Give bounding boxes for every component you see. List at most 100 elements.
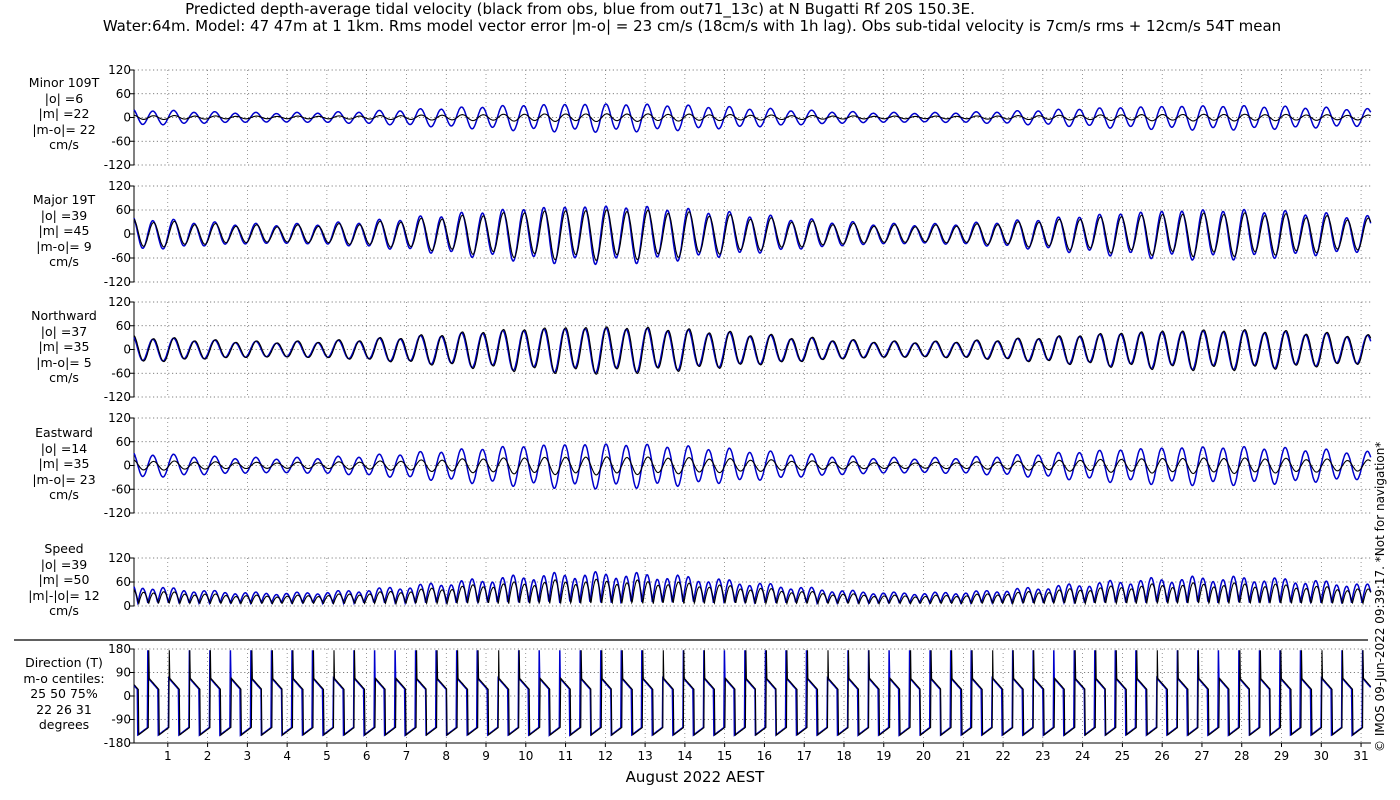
panel-label-line: |m-o|= 23 <box>32 471 96 487</box>
panel-label-line: |m| =35 <box>38 456 90 471</box>
x-tick-label: 15 <box>717 749 732 763</box>
series-line-model <box>133 443 1372 490</box>
x-tick-label: 10 <box>518 749 533 763</box>
panel-label-line: Direction (T) <box>25 655 103 670</box>
panel-label-line: |m| =45 <box>38 223 90 238</box>
panel-speed: 120600 <box>108 551 1372 613</box>
panel-label-line: |o| =6 <box>44 90 84 106</box>
panel-label-speed: Speed |o| =39 |m| =50 |m|-|o|= 12 cm/s <box>14 541 114 619</box>
panel-label-line: degrees <box>38 717 90 732</box>
series-line-model <box>133 103 1372 133</box>
y-tick-label: 60 <box>116 203 131 217</box>
panel-label-line: |m|-|o|= 12 <box>28 587 100 603</box>
panel-label-line: m-o centiles: <box>23 670 105 686</box>
panel-label-line: Speed <box>44 541 84 556</box>
x-tick-label: 18 <box>836 749 851 763</box>
y-tick-label: -120 <box>104 158 131 172</box>
y-tick-label: -60 <box>111 482 131 496</box>
x-tick-label: 2 <box>204 749 212 763</box>
x-tick-label: 24 <box>1075 749 1090 763</box>
y-tick-label: 0 <box>123 227 131 241</box>
x-tick-label: 29 <box>1274 749 1289 763</box>
panel-label-line: 25 50 75% <box>30 686 98 701</box>
x-tick-label: 6 <box>363 749 371 763</box>
panel-label-minor: Minor 109T |o| =6 |m| =22 |m-o|= 22 cm/s <box>14 75 114 153</box>
panel-label-line: |m-o|= 5 <box>36 354 92 370</box>
panel-label-line: cm/s <box>49 137 79 152</box>
x-tick-label: 28 <box>1234 749 1249 763</box>
tidal-velocity-chart: 120600-60-120120600-60-120120600-60-1201… <box>14 63 1372 763</box>
x-tick-label: 7 <box>403 749 411 763</box>
y-tick-label: 60 <box>116 575 131 589</box>
panel-label-line: |m| =22 <box>38 106 90 121</box>
series-line-obs <box>133 578 1372 606</box>
x-tick-label: 22 <box>995 749 1010 763</box>
x-tick-label: 26 <box>1155 749 1170 763</box>
panel-label-line: |o| =37 <box>40 323 88 339</box>
y-tick-label: 120 <box>108 411 131 425</box>
y-tick-label: 120 <box>108 295 131 309</box>
x-axis-label: August 2022 AEST <box>625 768 765 786</box>
x-tick-label: 8 <box>442 749 450 763</box>
panel-label-line: |m-o|= 9 <box>36 238 92 254</box>
y-tick-label: 60 <box>116 319 131 333</box>
x-tick-label: 23 <box>1035 749 1050 763</box>
panel-label-line: Eastward <box>35 425 93 440</box>
x-tick-label: 9 <box>482 749 490 763</box>
panel-label-line: |m| =35 <box>38 339 90 354</box>
panel-major: 120 60 0 -60 -120 <box>104 179 1372 289</box>
panel-label-line: Northward <box>31 308 97 323</box>
series-line-obs <box>133 209 1372 261</box>
series-line-model <box>133 205 1372 266</box>
series-line-obs <box>133 326 1372 375</box>
panel-label-northward: Northward |o| =37 |m| =35 |m-o|= 5 cm/s <box>14 308 114 386</box>
x-tick-label: 5 <box>323 749 331 763</box>
copyright-notice: © IMOS 09-Jun-2022 09:39:17. *Not for na… <box>1373 441 1387 752</box>
y-tick-label: 0 <box>123 111 131 125</box>
x-tick-label: 3 <box>244 749 252 763</box>
y-tick-label: -90 <box>111 713 131 727</box>
panel-label-line: cm/s <box>49 370 79 385</box>
panel-label-line: |o| =14 <box>40 440 88 456</box>
x-tick-label: 25 <box>1115 749 1130 763</box>
panel-label-line: |m| =50 <box>38 572 90 587</box>
y-tick-label: -60 <box>111 366 131 380</box>
panel-label-line: cm/s <box>49 487 79 502</box>
x-tick-label: 19 <box>876 749 891 763</box>
panel-label-line: |o| =39 <box>40 556 88 572</box>
y-tick-label: 0 <box>123 343 131 357</box>
y-tick-label: 60 <box>116 435 131 449</box>
y-tick-label: -120 <box>104 390 131 404</box>
y-tick-label: 0 <box>123 689 131 703</box>
y-tick-label: -60 <box>111 134 131 148</box>
y-tick-label: 120 <box>108 179 131 193</box>
panel-label-eastward: Eastward |o| =14 |m| =35 |m-o|= 23 cm/s <box>14 425 114 503</box>
x-tick-label: 4 <box>283 749 291 763</box>
y-tick-label: 0 <box>123 599 131 613</box>
series-line-obs <box>133 650 1372 737</box>
panel-east: 120 60 0 -60 -120 <box>104 411 1372 520</box>
panel-label-line: Major 19T <box>32 192 96 207</box>
x-tick-label: 1 <box>164 749 172 763</box>
y-tick-label: -120 <box>104 275 131 289</box>
y-tick-label: 90 <box>116 666 131 680</box>
panel-label-line: Minor 109T <box>28 75 100 90</box>
panel-minor: 120600-60-120 <box>104 63 1372 172</box>
panel-direction: 180 90 0 -90 -180 <box>104 642 1372 750</box>
series-line-model <box>133 650 1372 737</box>
y-tick-label: -180 <box>104 736 131 750</box>
panel-label-major: Major 19T |o| =39 |m| =45 |m-o|= 9 cm/s <box>14 192 114 270</box>
panel-label-line: 22 26 31 <box>36 701 92 717</box>
y-tick-label: -120 <box>104 506 131 520</box>
panel-label-line: |o| =39 <box>40 207 88 223</box>
x-tick-label: 16 <box>757 749 772 763</box>
x-tick-label: 13 <box>637 749 652 763</box>
x-tick-label: 12 <box>598 749 613 763</box>
series-line-model <box>133 570 1372 606</box>
y-tick-label: 180 <box>108 642 131 656</box>
x-tick-label: 11 <box>558 749 573 763</box>
panel-label-line: |m-o|= 22 <box>32 121 96 137</box>
panel-label-line: cm/s <box>49 254 79 269</box>
x-tick-label: 21 <box>956 749 971 763</box>
panel-label-direction: Direction (T) m-o centiles: 25 50 75% 22… <box>14 655 114 733</box>
